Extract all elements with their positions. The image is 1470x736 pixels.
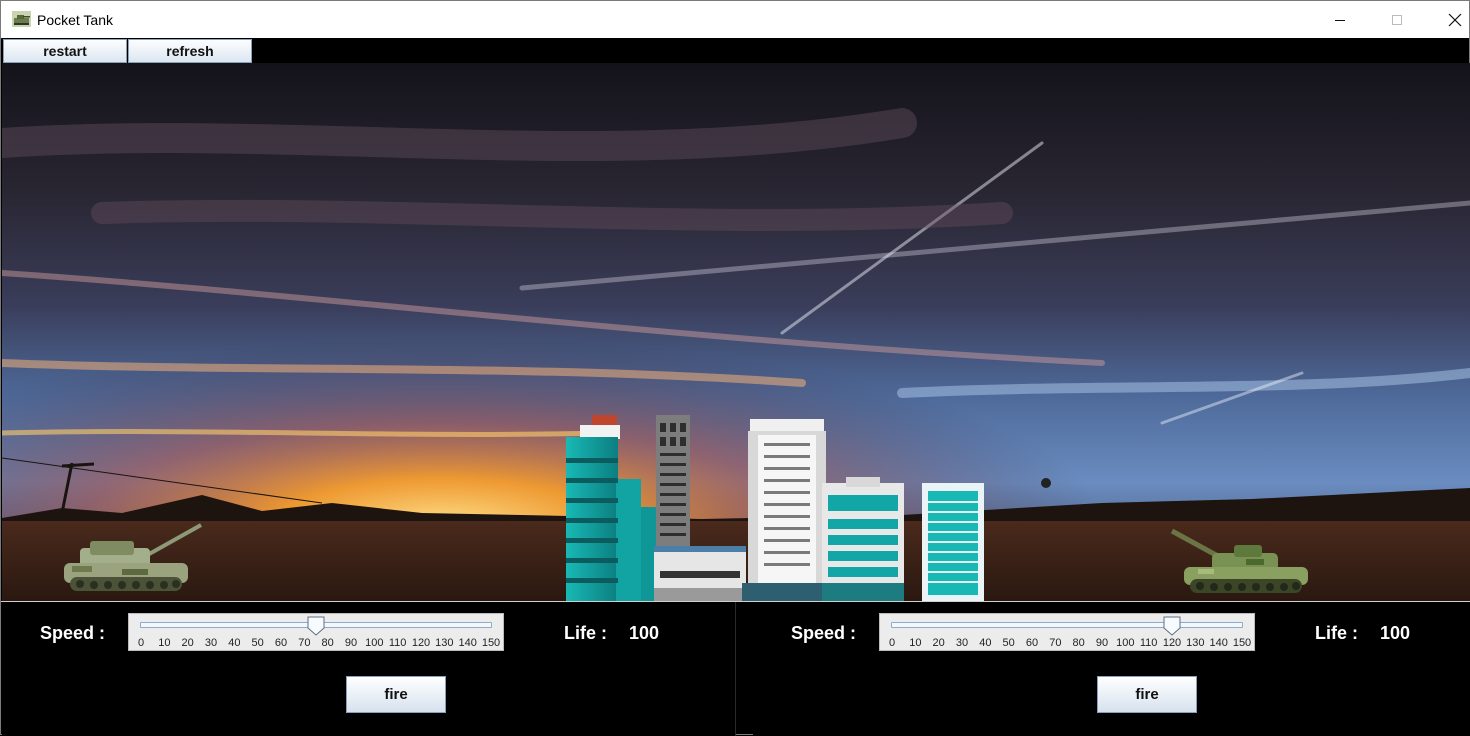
minimize-button[interactable] <box>1311 1 1369 38</box>
slider-thumb[interactable] <box>307 616 325 636</box>
speed-label: Speed : <box>791 623 857 643</box>
slider-tick-label: 100 <box>365 637 384 649</box>
refresh-button[interactable]: refresh <box>128 39 252 63</box>
slider-tick-label: 100 <box>1116 637 1135 649</box>
life-label: Life : <box>1315 623 1358 643</box>
slider-tick-label: 90 <box>1095 637 1109 649</box>
speed-slider[interactable]: 0 10 20 30 40 50 60 70 80 90 100 110 120 130 140 150 <box>128 613 504 651</box>
slider-tick-label: 80 <box>321 637 334 649</box>
slider-tick-label: 20 <box>932 637 945 649</box>
speed-label: Speed : <box>40 623 106 643</box>
fire-button[interactable]: fire <box>1097 676 1197 713</box>
close-button[interactable] <box>1426 1 1470 38</box>
toolbar: restart refresh <box>1 38 1469 63</box>
fire-button[interactable]: fire <box>346 676 446 713</box>
player-one-controls: Speed : 0 10 20 30 40 50 60 70 80 90 100 110 120 130 1… <box>2 602 736 736</box>
slider-tick-label: 30 <box>955 637 969 649</box>
game-window: Pocket Tank restart refresh Speed: 0 10… <box>0 0 1470 736</box>
slider-tick-label: 20 <box>181 637 194 649</box>
close-icon <box>1448 13 1462 26</box>
slider-tick-label: 60 <box>1025 637 1039 649</box>
slider-tick-label: 70 <box>1049 637 1062 649</box>
slider-tick-label: 110 <box>1139 637 1158 649</box>
slider-tick-label: 130 <box>1186 637 1205 649</box>
slider-tick-label: 40 <box>228 637 241 649</box>
maximize-button[interactable] <box>1368 1 1426 38</box>
slider-tick-label: 50 <box>1002 637 1015 649</box>
slider-tick-label: 120 <box>1162 637 1182 649</box>
slider-tick-label: 10 <box>158 637 171 649</box>
life-label: Life : <box>564 623 607 643</box>
game-scene <box>2 63 1470 601</box>
window-title: Pocket Tank <box>37 12 114 28</box>
restart-button[interactable]: restart <box>3 39 127 63</box>
maximize-icon <box>1392 14 1402 25</box>
slider-tick-labels: 0 10 20 30 40 50 60 70 80 90 100 110 120 130 140 150 <box>880 636 1256 652</box>
slider-tick-label: 40 <box>979 637 992 649</box>
slider-tick-label: 70 <box>298 637 311 649</box>
slider-tick-label: 50 <box>251 637 264 649</box>
player-two-controls: Speed : 0 10 20 30 40 50 60 70 80 90 100 110 120 130 1… <box>753 602 1470 736</box>
slider-tick-label: 150 <box>481 637 501 649</box>
speed-slider[interactable]: 0 10 20 30 40 50 60 70 80 90 100 110 120 130 140 150 <box>879 613 1255 651</box>
minimize-icon <box>1335 19 1345 21</box>
slider-track[interactable] <box>891 622 1243 628</box>
slider-tick-labels: 0 10 20 30 40 50 60 70 80 90 100 110 120 130 140 150 <box>129 636 505 652</box>
slider-tick-label: 110 <box>388 637 407 649</box>
slider-tick-label: 140 <box>458 637 477 649</box>
slider-tick-label: 120 <box>411 637 431 649</box>
slider-tick-label: 140 <box>1209 637 1228 649</box>
slider-tick-label: 130 <box>435 637 454 649</box>
life-value: 100 <box>1380 623 1411 643</box>
slider-tick-label: 0 <box>137 637 145 649</box>
life-value: 100 <box>629 623 660 643</box>
slider-tick-label: 150 <box>1232 637 1252 649</box>
slider-tick-label: 60 <box>274 637 288 649</box>
projectile-shell <box>1041 478 1051 488</box>
title-bar: Pocket Tank <box>1 1 1469 38</box>
battlefield-canvas <box>2 63 1470 601</box>
slider-tick-label: 80 <box>1072 637 1085 649</box>
slider-tick-label: 10 <box>909 637 922 649</box>
slider-tick-label: 90 <box>344 637 358 649</box>
slider-tick-label: 0 <box>888 637 896 649</box>
tank-app-icon <box>12 11 31 27</box>
slider-tick-label: 30 <box>204 637 218 649</box>
slider-thumb[interactable] <box>1163 616 1181 636</box>
